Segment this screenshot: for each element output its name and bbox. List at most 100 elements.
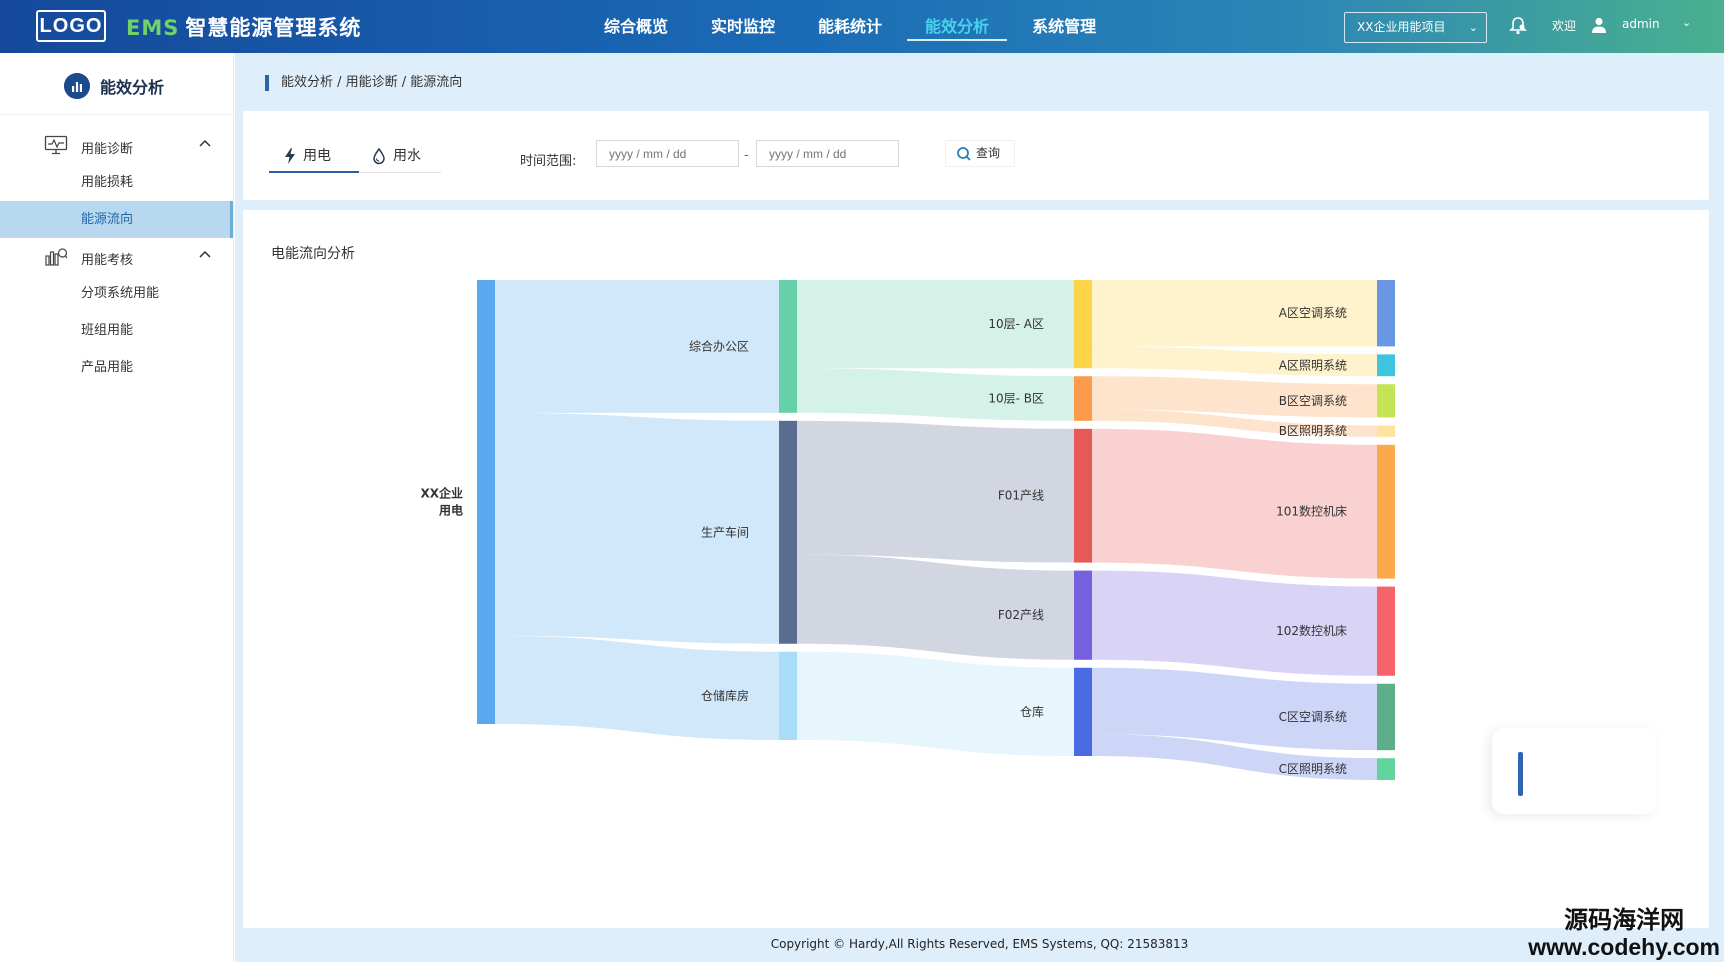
sidebar: 能效分析 用能诊断 用能损耗 能源流向 用能考核 分项系统用能 班组用能 产品用… <box>0 53 234 962</box>
footer-copyright: Copyright © Hardy,All Rights Reserved, E… <box>770 937 1189 951</box>
nav-consumption-stats[interactable]: 能耗统计 <box>818 0 882 53</box>
sankey-node-label: 生产车间 <box>701 524 749 539</box>
sidebar-group-assessment[interactable]: 用能考核 <box>0 238 233 275</box>
chart-bar-icon <box>64 73 90 99</box>
sankey-node-label: A区照明系统 <box>1279 358 1347 372</box>
sankey-link[interactable] <box>1092 570 1377 676</box>
sankey-node-label: 10层- B区 <box>988 392 1044 406</box>
chart-panel: 电能流向分析 XX企业用电 综合办公区 生产车间 仓储库房 10层- A区 10层- B区… <box>243 210 1709 928</box>
sankey-node-label: 102数控机床 <box>1276 623 1347 638</box>
sankey-node[interactable] <box>1377 280 1395 347</box>
user-icon <box>1592 17 1606 33</box>
sidebar-group-label: 用能考核 <box>81 253 134 268</box>
sankey-node[interactable] <box>1377 425 1395 437</box>
sankey-node[interactable] <box>1074 280 1092 369</box>
sidebar-item-product-energy[interactable]: 产品用能 <box>0 349 233 386</box>
sankey-node[interactable] <box>1074 570 1092 660</box>
breadcrumb: 能效分析 / 用能诊断 / 能源流向 <box>265 75 462 91</box>
tab-electricity[interactable]: 用电 <box>269 141 359 173</box>
sankey-node[interactable] <box>1074 428 1092 563</box>
app-title: EMS 智慧能源管理系统 <box>126 12 361 42</box>
logo[interactable]: LOGO <box>36 10 106 42</box>
start-date-input[interactable] <box>596 140 739 167</box>
lightning-icon <box>285 148 295 164</box>
nav-realtime-monitor[interactable]: 实时监控 <box>711 0 775 53</box>
chevron-up-icon[interactable] <box>198 248 212 262</box>
sankey-node-label: 101数控机床 <box>1276 504 1347 519</box>
sidebar-item-subsystem-energy[interactable]: 分项系统用能 <box>0 275 233 312</box>
sankey-node[interactable] <box>779 280 797 413</box>
sankey-node[interactable] <box>1377 683 1395 751</box>
sidebar-item-energy-loss[interactable]: 用能损耗 <box>0 164 233 201</box>
sankey-node-label: C区空调系统 <box>1279 710 1347 724</box>
sankey-node[interactable] <box>1074 376 1092 421</box>
sidebar-item-team-energy[interactable]: 班组用能 <box>0 312 233 349</box>
sankey-node-label: A区空调系统 <box>1279 306 1347 320</box>
sankey-node-label: B区空调系统 <box>1279 394 1347 408</box>
watermark: 源码海洋网 www.codehy.com <box>1528 906 1720 960</box>
sankey-link[interactable] <box>1092 428 1377 579</box>
sidebar-item-energy-flow[interactable]: 能源流向 <box>0 201 233 238</box>
tab-label: 用水 <box>393 148 421 164</box>
main-nav: 综合概览 实时监控 能耗统计 能效分析 系统管理 <box>604 0 1139 53</box>
sankey-link[interactable] <box>797 554 1074 660</box>
chevron-down-icon: ⌄ <box>1468 21 1478 34</box>
sankey-node[interactable] <box>1377 384 1395 418</box>
sankey-node-label: 仓库 <box>1020 704 1044 719</box>
tab-label: 用电 <box>303 148 331 164</box>
building-chart-icon <box>45 248 68 266</box>
sankey-node-label: F01产线 <box>998 489 1044 503</box>
sankey-node[interactable] <box>1377 586 1395 676</box>
sidebar-header: 能效分析 <box>0 53 233 115</box>
energy-flow-sankey: XX企业用电 综合办公区生产车间仓储库房 10层- A区 10层- B区 F01产线 F0… <box>420 280 1395 780</box>
app-title-prefix: EMS <box>126 16 180 40</box>
chevron-up-icon[interactable] <box>198 137 212 151</box>
date-separator: - <box>744 148 749 163</box>
watermark-line2: www.codehy.com <box>1528 934 1720 960</box>
sankey-node[interactable] <box>1377 354 1395 377</box>
widget-bar-icon <box>1518 752 1523 796</box>
sankey-links <box>495 280 1377 780</box>
sankey-node-label: B区照明系统 <box>1279 424 1347 438</box>
welcome-text: 欢迎 <box>1552 19 1577 33</box>
sankey-node[interactable] <box>1377 444 1395 579</box>
filter-bar: 用电 用水 时间范围: - 查询 <box>243 111 1709 200</box>
tab-water[interactable]: 用水 <box>359 141 441 173</box>
sankey-link[interactable] <box>495 635 779 740</box>
user-menu-chevron-icon[interactable]: ⌄ <box>1682 16 1691 29</box>
nav-overview[interactable]: 综合概览 <box>604 0 668 53</box>
floating-widget[interactable] <box>1492 728 1657 814</box>
sankey-node-label: C区照明系统 <box>1279 762 1347 776</box>
nav-efficiency-analysis[interactable]: 能效分析 <box>907 0 1008 53</box>
query-label: 查询 <box>976 146 1001 160</box>
sidebar-group-diagnosis[interactable]: 用能诊断 <box>0 127 233 164</box>
time-range-label: 时间范围: <box>520 154 577 169</box>
search-icon <box>957 147 971 161</box>
main-content: 能效分析 / 用能诊断 / 能源流向 用电 用水 时间范围: - 查询 电能流向… <box>235 53 1724 962</box>
watermark-line1: 源码海洋网 <box>1564 906 1685 934</box>
monitor-pulse-icon <box>44 135 68 155</box>
sidebar-group-label: 用能诊断 <box>81 142 134 157</box>
sankey-node-label: 综合办公区 <box>689 338 749 353</box>
sankey-node-label: 10层- A区 <box>988 317 1044 331</box>
query-button[interactable]: 查询 <box>945 140 1015 167</box>
end-date-input[interactable] <box>756 140 899 167</box>
sankey-node-label: 仓储库房 <box>701 688 749 703</box>
project-select-value: XX企业用能项目 <box>1357 20 1446 34</box>
sankey-node[interactable] <box>1377 758 1395 780</box>
water-drop-icon <box>373 147 385 165</box>
top-header: LOGO EMS 智慧能源管理系统 综合概览 实时监控 能耗统计 能效分析 系统管… <box>0 0 1724 53</box>
sankey-node-label: F02产线 <box>998 608 1044 622</box>
sankey-node[interactable] <box>779 420 797 644</box>
sankey-node[interactable] <box>1074 667 1092 756</box>
username[interactable]: admin <box>1622 17 1660 31</box>
nav-system-management[interactable]: 系统管理 <box>1032 0 1096 53</box>
sankey-node[interactable] <box>477 280 495 724</box>
sankey-node[interactable] <box>779 651 797 740</box>
app-title-text: 智慧能源管理系统 <box>185 16 362 40</box>
notification-bell-icon[interactable] <box>1508 16 1528 36</box>
project-select[interactable]: XX企业用能项目 ⌄ <box>1344 12 1487 43</box>
sidebar-title: 能效分析 <box>100 78 165 97</box>
sankey-link[interactable] <box>797 651 1074 756</box>
sankey-node-label: XX企业用电 <box>420 486 463 518</box>
